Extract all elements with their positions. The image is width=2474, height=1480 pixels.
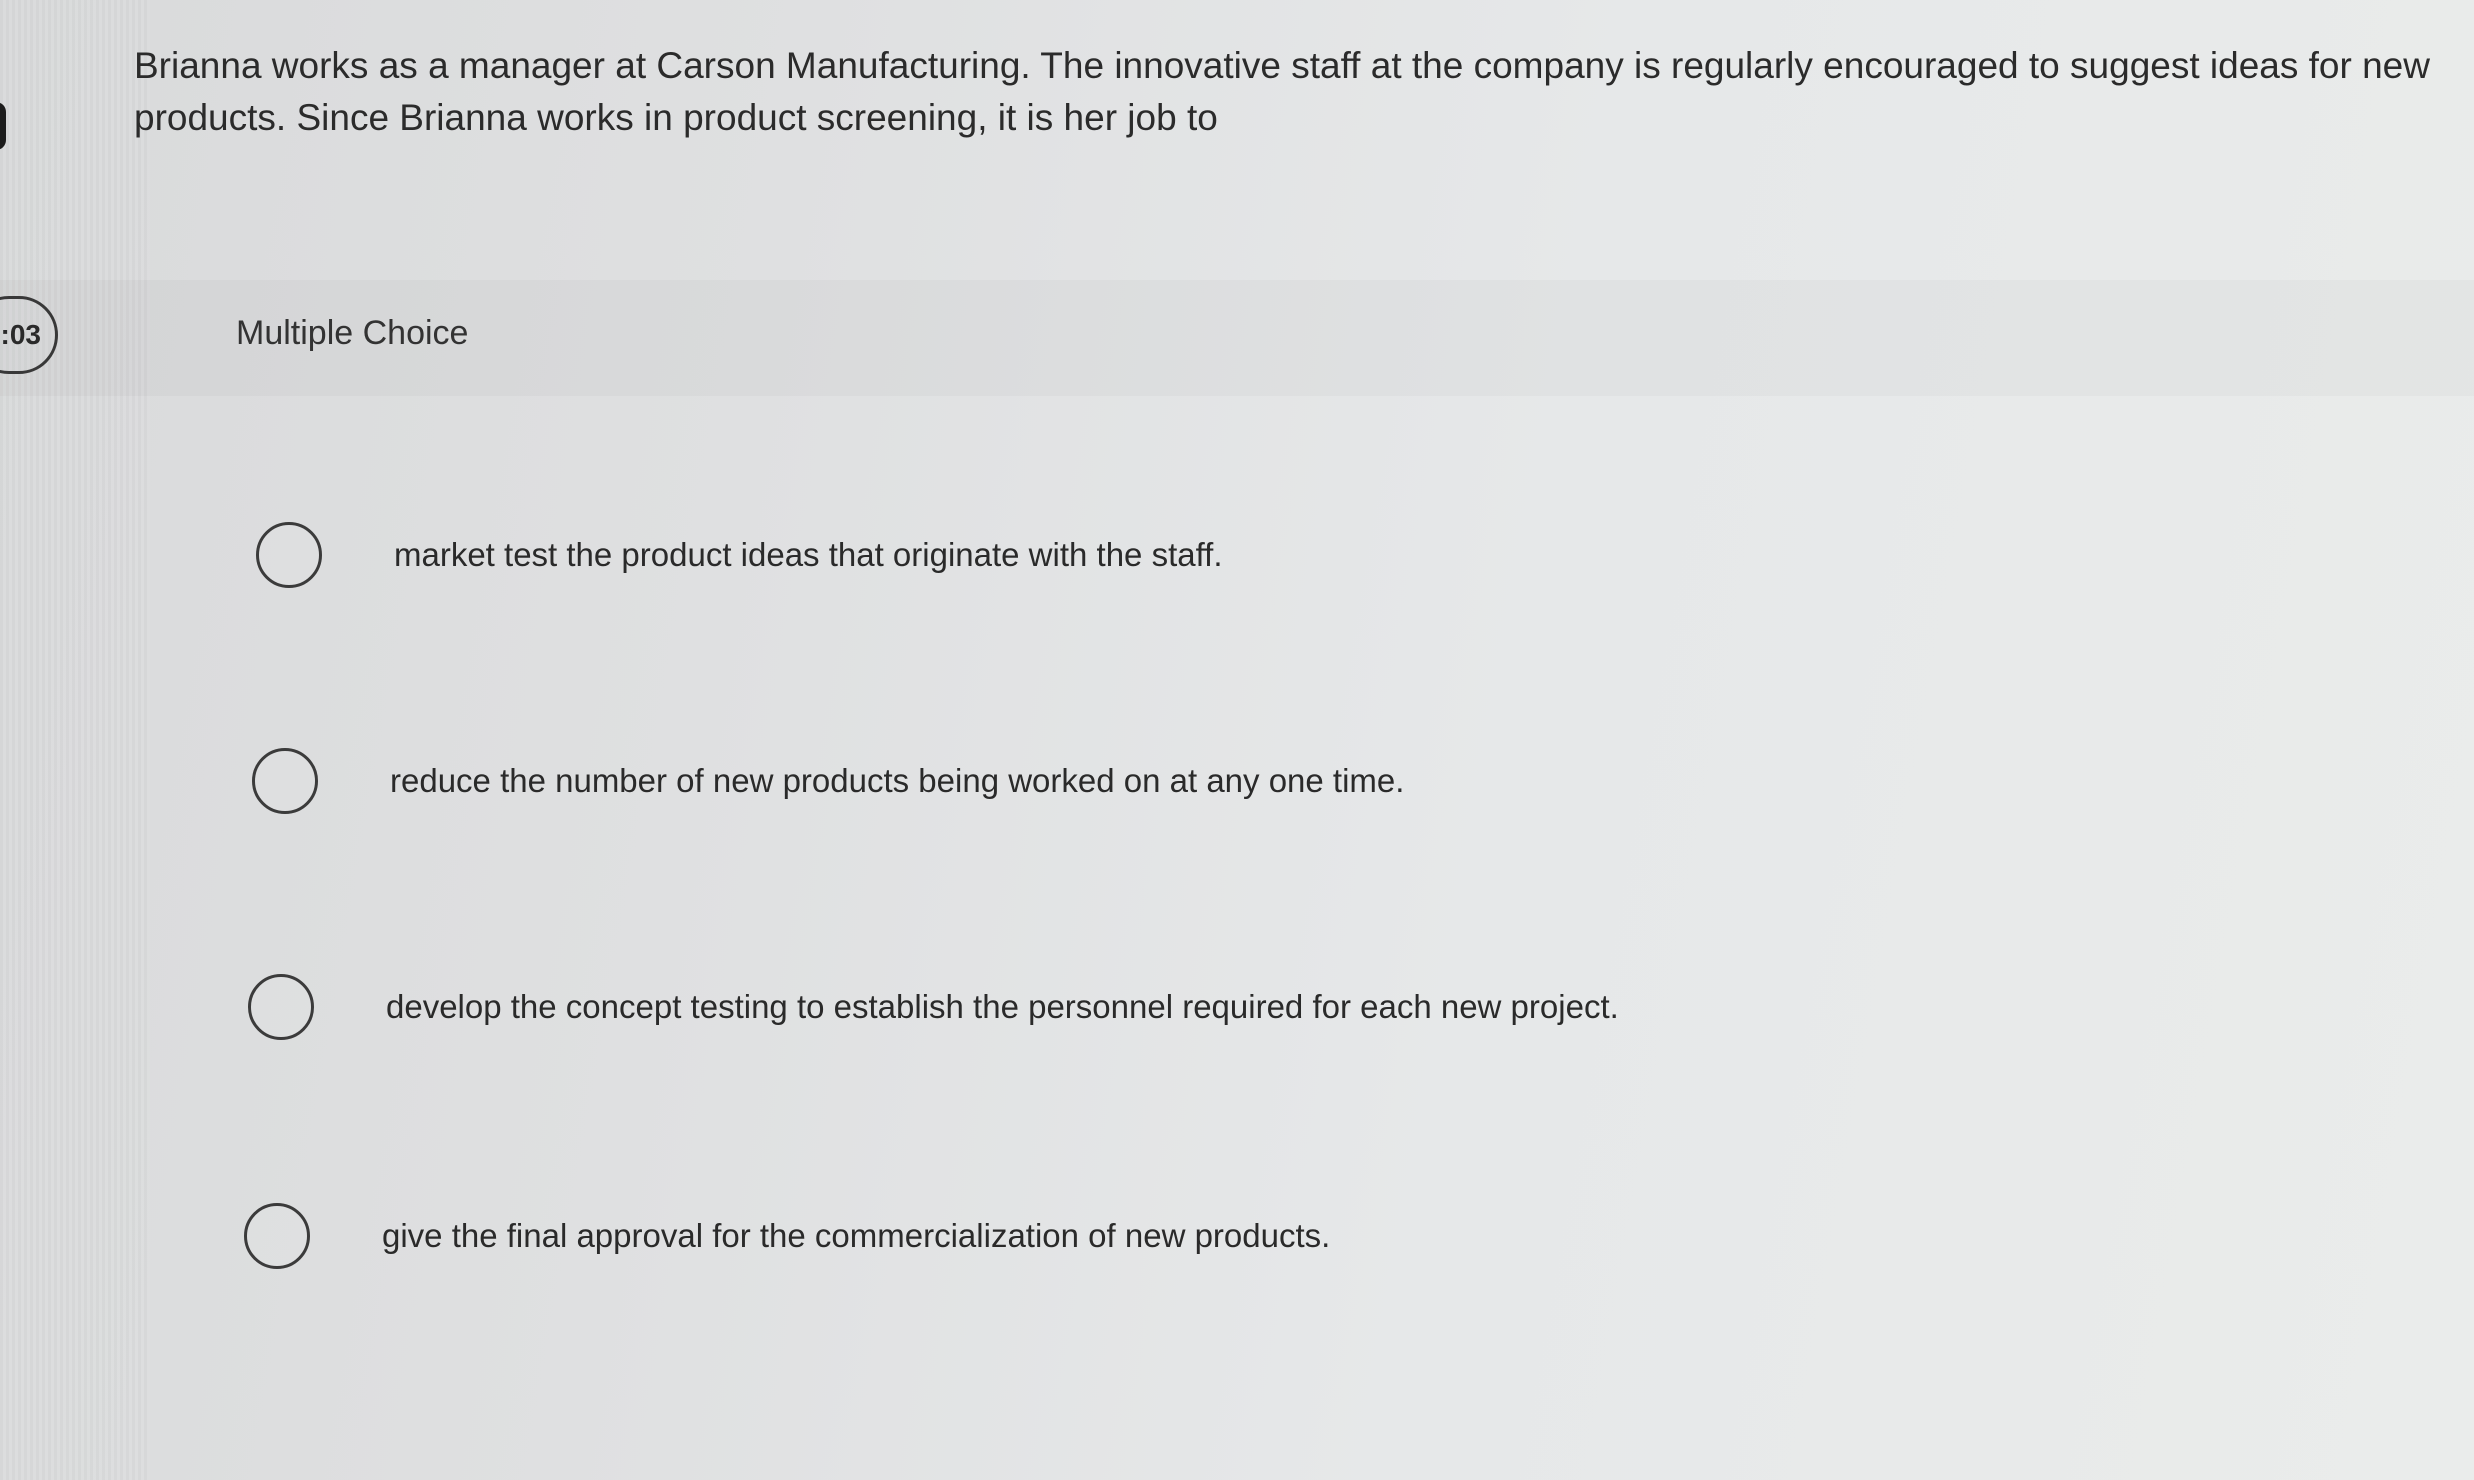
answer-option-text[interactable]: develop the concept testing to establish… xyxy=(386,988,1619,1026)
radio-button-icon[interactable] xyxy=(248,974,314,1040)
radio-button-icon[interactable] xyxy=(244,1203,310,1269)
left-edge-indicator xyxy=(0,102,6,150)
answer-option-2[interactable]: reduce the number of new products being … xyxy=(252,748,1404,814)
answer-option-3[interactable]: develop the concept testing to establish… xyxy=(248,974,1619,1040)
radio-button-icon[interactable] xyxy=(252,748,318,814)
left-panel-strip xyxy=(0,0,150,1480)
answer-option-text[interactable]: market test the product ideas that origi… xyxy=(394,536,1223,574)
question-prompt: Brianna works as a manager at Carson Man… xyxy=(134,45,2430,138)
question-type-label: Multiple Choice xyxy=(236,314,469,352)
radio-button-icon[interactable] xyxy=(256,522,322,588)
answer-option-text[interactable]: reduce the number of new products being … xyxy=(390,762,1404,800)
answer-option-1[interactable]: market test the product ideas that origi… xyxy=(256,522,1223,588)
answer-option-text[interactable]: give the final approval for the commerci… xyxy=(382,1217,1330,1255)
answer-option-4[interactable]: give the final approval for the commerci… xyxy=(244,1203,1330,1269)
